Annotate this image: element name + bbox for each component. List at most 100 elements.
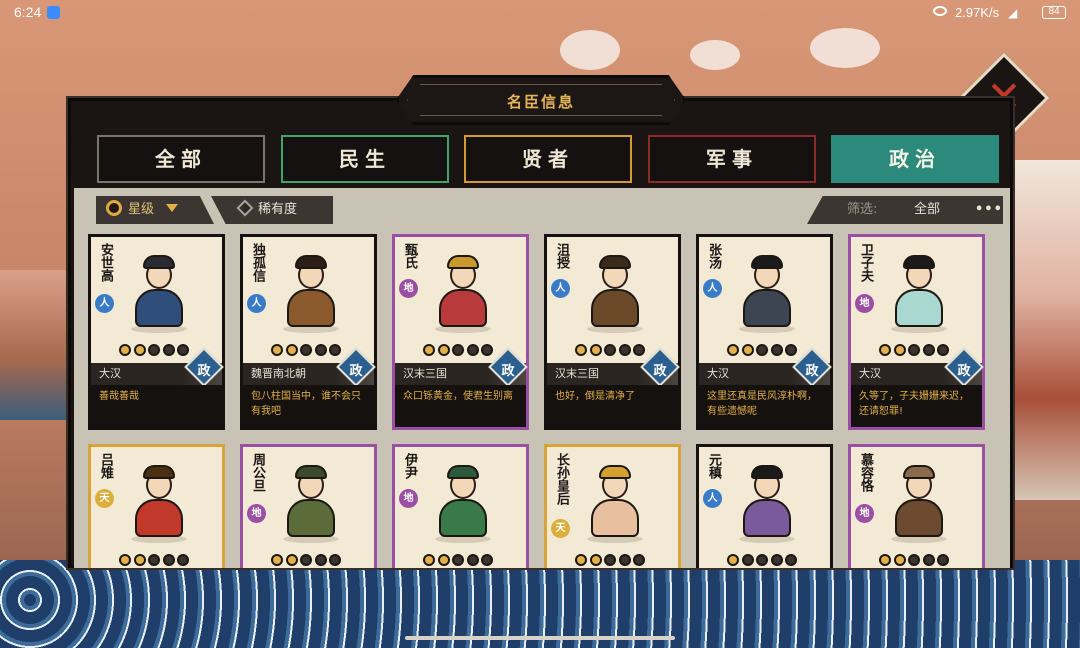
minister-card[interactable]: 伊尹地: [392, 444, 529, 568]
minister-card[interactable]: 长孙皇后天: [544, 444, 681, 568]
star-icon: [756, 554, 768, 566]
star-icon: [604, 554, 616, 566]
tab-livelihood[interactable]: 民生: [281, 135, 449, 183]
gesture-navigation-bar[interactable]: [405, 636, 675, 640]
minister-card[interactable]: 安世高人大汉政善哉善哉: [88, 234, 225, 430]
minister-portrait: [889, 465, 949, 543]
minister-name: 张汤: [706, 243, 721, 269]
star-icon: [148, 344, 160, 356]
minister-portrait: [129, 255, 189, 333]
minister-card[interactable]: 张汤人大汉政这里还真是民风淳朴啊，有些遗憾呢: [696, 234, 833, 430]
minister-portrait: [129, 465, 189, 543]
star-icon: [314, 344, 327, 356]
star-icon: [481, 344, 493, 356]
sort-by-star-button[interactable]: 星级: [96, 196, 214, 224]
minister-name: 元稹: [706, 453, 721, 479]
more-options-icon[interactable]: •••: [975, 196, 1003, 224]
star-icon: [575, 554, 587, 566]
minister-portrait: [889, 255, 949, 333]
diamond-icon: [236, 199, 254, 217]
star-icon: [633, 344, 645, 356]
grade-badge: 人: [551, 279, 570, 298]
star-icon: [727, 344, 739, 356]
cloud-decoration: [810, 28, 880, 68]
minister-card[interactable]: 沮授人汉末三国政也好，倒是清净了: [544, 234, 681, 430]
grade-badge: 地: [399, 489, 418, 508]
star-icon: [756, 344, 768, 356]
star-icon: [119, 554, 131, 566]
minister-portrait: [281, 255, 341, 333]
star-rating: [879, 341, 952, 356]
dialog-title-plate: 名臣信息: [396, 75, 686, 125]
minister-card[interactable]: 周公旦地: [240, 444, 377, 568]
minister-card[interactable]: 元稹人: [696, 444, 833, 568]
minister-card-grid: 安世高人大汉政善哉善哉 独孤信人魏晋南北朝政包八柱国当中，谁不会只有我吧 甄氏地汉末…: [88, 234, 998, 568]
cloud-decoration: [690, 40, 740, 70]
role-label: 政: [197, 364, 211, 379]
network-speed: 2.97K/s: [955, 5, 1000, 20]
wifi-icon: ◢: [1008, 6, 1018, 20]
minister-name: 安世高: [98, 243, 113, 282]
grade-badge: 地: [855, 504, 874, 523]
minister-quote: 包八柱国当中，谁不会只有我吧: [243, 385, 374, 427]
star-icon: [741, 554, 754, 566]
filter-value: 全部: [914, 202, 941, 217]
star-icon: [604, 344, 616, 356]
star-icon: [423, 554, 435, 566]
tab-all[interactable]: 全部: [97, 135, 265, 183]
star-icon: [879, 344, 891, 356]
minister-card[interactable]: 独孤信人魏晋南北朝政包八柱国当中，谁不会只有我吧: [240, 234, 377, 430]
star-icon: [575, 344, 587, 356]
sort-by-rarity-button[interactable]: 稀有度: [211, 196, 333, 224]
minister-card[interactable]: 慕容恪地: [848, 444, 985, 568]
eye-icon: [933, 6, 947, 16]
star-icon: [148, 554, 160, 566]
star-rating: [119, 551, 192, 566]
grade-badge: 地: [247, 504, 266, 523]
minister-portrait: [737, 255, 797, 333]
minister-name: 吕雉: [98, 453, 113, 479]
star-rating: [423, 341, 496, 356]
category-tabs: 全部 民生 贤者 军事 政治: [97, 135, 1002, 183]
star-icon: [423, 344, 435, 356]
star-icon: [922, 344, 935, 356]
filter-dropdown[interactable]: 筛选: 全部 •••: [807, 196, 1003, 224]
tab-military[interactable]: 军事: [648, 135, 816, 183]
minister-card[interactable]: 吕雉天: [88, 444, 225, 568]
clock: 6:24: [14, 4, 42, 20]
star-icon: [133, 344, 146, 356]
grade-badge: 人: [95, 294, 114, 313]
star-rating: [727, 551, 800, 566]
star-rating: [271, 551, 344, 566]
star-icon: [452, 344, 464, 356]
star-rating: [271, 341, 344, 356]
minister-card[interactable]: 卫子夫地大汉政久等了，子夫姗姗来迟，还请恕罪!: [848, 234, 985, 430]
star-icon: [633, 554, 645, 566]
star-icon: [908, 344, 920, 356]
star-icon: [162, 344, 175, 356]
role-label: 政: [805, 364, 819, 379]
minister-name: 独孤信: [250, 243, 265, 282]
star-icon: [177, 554, 189, 566]
star-icon: [727, 554, 739, 566]
minister-portrait: [585, 255, 645, 333]
tab-politics[interactable]: 政治: [831, 135, 999, 183]
flower-icon: [106, 200, 122, 216]
status-bar: 6:24 2.97K/s ◢ 84: [0, 0, 1080, 26]
star-icon: [271, 344, 283, 356]
star-icon: [285, 554, 298, 566]
role-label: 政: [653, 364, 667, 379]
star-icon: [937, 554, 949, 566]
star-icon: [618, 344, 631, 356]
star-icon: [481, 554, 493, 566]
minister-name: 卫子夫: [858, 243, 873, 282]
star-icon: [770, 554, 783, 566]
grade-badge: 天: [95, 489, 114, 508]
star-rating: [575, 551, 648, 566]
star-icon: [271, 554, 283, 566]
filter-bar: 星级 稀有度 筛选: 全部 •••: [74, 194, 1010, 226]
tab-sages[interactable]: 贤者: [464, 135, 632, 183]
minister-card[interactable]: 甄氏地汉末三国政众口铄黄金，使君生别离: [392, 234, 529, 430]
role-label: 政: [501, 364, 515, 379]
star-icon: [329, 344, 341, 356]
